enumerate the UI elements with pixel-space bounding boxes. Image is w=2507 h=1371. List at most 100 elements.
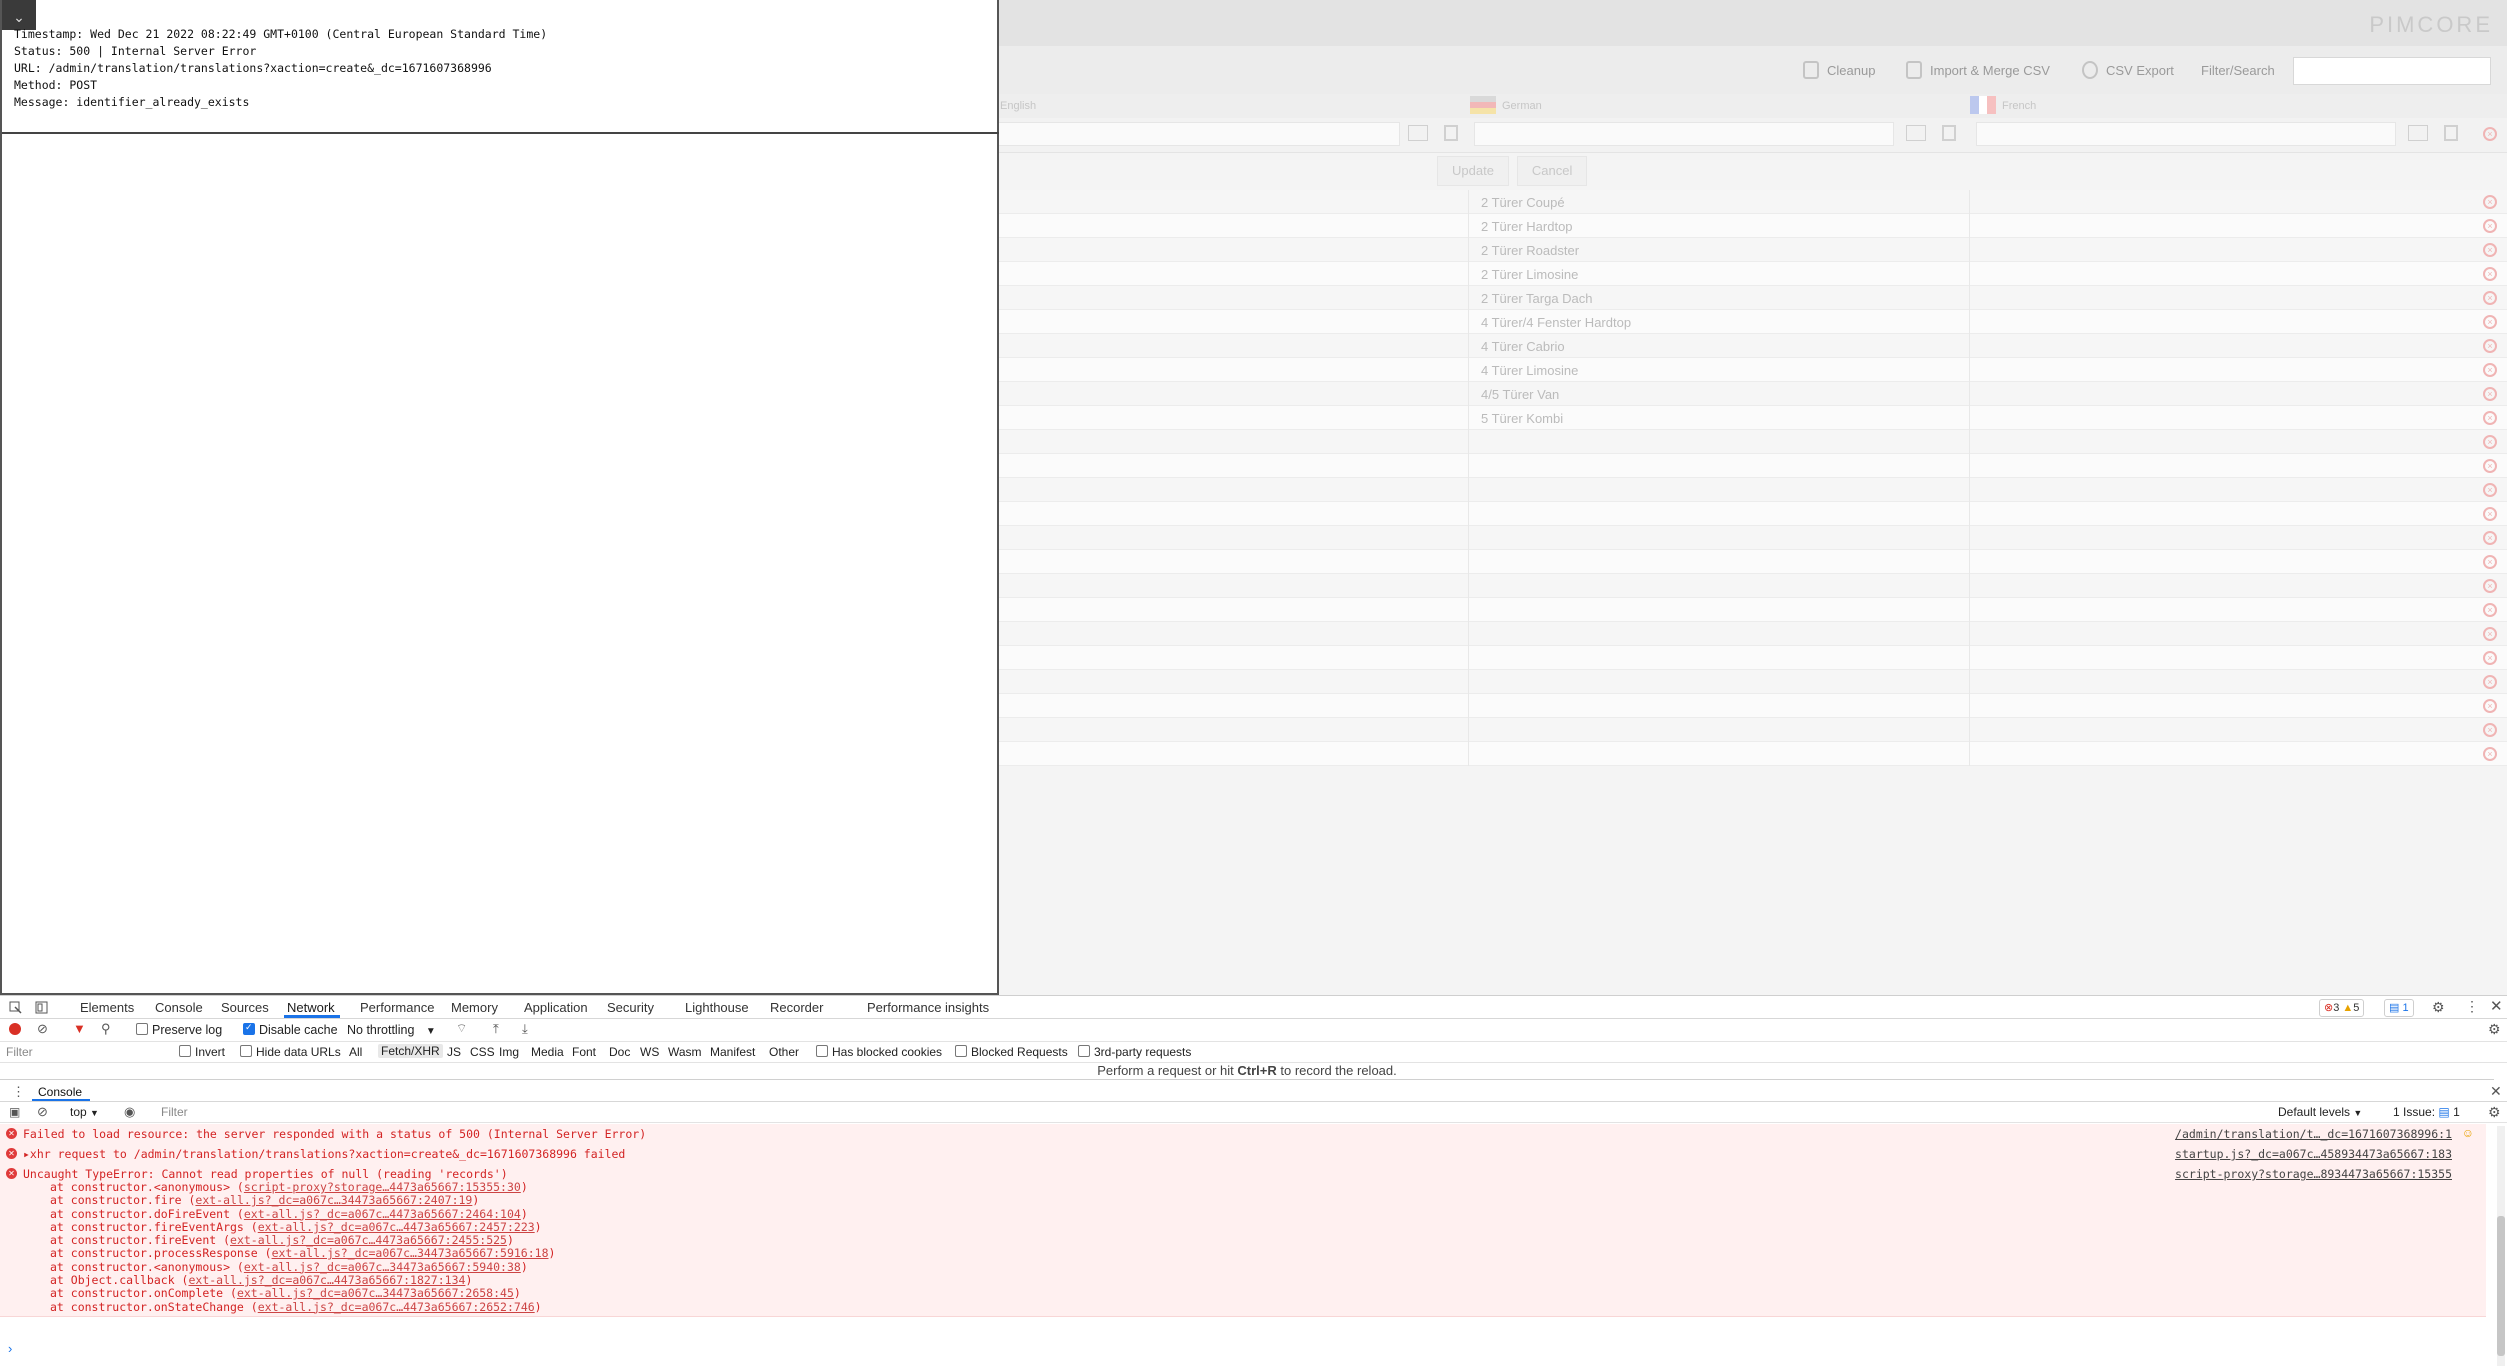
stack-frame-link[interactable]: ext-all.js?_dc=a067c…34473a65667:5940:38 (244, 1260, 521, 1274)
table-row[interactable]: × (998, 646, 2507, 670)
table-row[interactable]: 2 Türer Targa Dach × (998, 286, 2507, 310)
table-row[interactable]: × (998, 742, 2507, 766)
delete-icon[interactable]: × (2483, 747, 2497, 761)
cleanup-button[interactable]: Cleanup (1803, 59, 1875, 81)
scrollbar-thumb[interactable] (2497, 1216, 2505, 1356)
delete-icon[interactable]: × (2483, 291, 2497, 305)
delete-icon[interactable]: × (2483, 507, 2497, 521)
column-header-french[interactable]: French (2002, 100, 2036, 112)
table-row[interactable]: 2 Türer Coupé × (998, 190, 2507, 214)
drawer-menu-icon[interactable]: ⋮ (12, 1084, 25, 1100)
table-row[interactable]: × (998, 718, 2507, 742)
type-filter-other[interactable]: Other (769, 1045, 799, 1059)
table-row[interactable]: × (998, 478, 2507, 502)
delete-icon[interactable]: × (2483, 243, 2497, 257)
search-icon[interactable]: ⚲ (101, 1021, 111, 1037)
type-filter-media[interactable]: Media (531, 1045, 564, 1059)
sidebar-toggle-icon[interactable]: ▣ (9, 1105, 20, 1119)
devtools-tab-security[interactable]: Security (607, 1000, 654, 1015)
issue-counter[interactable]: ⊗3 ▲5 (2319, 999, 2365, 1017)
context-select[interactable]: top ▼ (70, 1105, 99, 1119)
export-har-icon[interactable]: ⤓ (522, 1021, 528, 1037)
french-filter-field[interactable] (1976, 122, 2396, 146)
table-row[interactable]: × (998, 454, 2507, 478)
issues-button[interactable]: 1 Issue: ▤ 1 (2393, 1105, 2460, 1119)
delete-icon[interactable]: × (2483, 315, 2497, 329)
update-button[interactable]: Update (1437, 156, 1509, 186)
devtools-tab-lighthouse[interactable]: Lighthouse (685, 1000, 749, 1015)
table-row[interactable]: 5 Türer Kombi × (998, 406, 2507, 430)
delete-icon[interactable]: × (2483, 627, 2497, 641)
devtools-tab-elements[interactable]: Elements (80, 1000, 134, 1015)
table-row[interactable]: × (998, 670, 2507, 694)
delete-icon[interactable]: × (2483, 459, 2497, 473)
third-party-checkbox[interactable]: 3rd-party requests (1078, 1045, 1191, 1059)
inspect-element-icon[interactable] (9, 1001, 22, 1014)
filter-icon[interactable] (2408, 125, 2428, 141)
delete-icon[interactable]: × (2483, 195, 2497, 209)
column-header-english[interactable]: English (1000, 100, 1036, 112)
settings-gear-icon[interactable]: ⚙ (2432, 999, 2445, 1016)
clear-icon[interactable]: ⊘ (37, 1021, 48, 1037)
table-row[interactable]: 4 Türer Cabrio × (998, 334, 2507, 358)
devtools-tab-performance[interactable]: Performance (360, 1000, 434, 1015)
clear-console-icon[interactable]: ⊘ (37, 1104, 48, 1120)
delete-icon[interactable]: × (2483, 675, 2497, 689)
message-source-link[interactable]: script-proxy?storage…8934473a65667:15355 (2175, 1167, 2452, 1181)
table-row[interactable]: 2 Türer Hardtop × (998, 214, 2507, 238)
table-row[interactable]: × (998, 550, 2507, 574)
close-drawer-icon[interactable]: ✕ (2490, 1083, 2502, 1100)
table-row[interactable]: × (998, 598, 2507, 622)
stack-frame-link[interactable]: ext-all.js?_dc=a067c…4473a65667:2457:223 (258, 1220, 535, 1234)
preserve-log-checkbox[interactable]: Preserve log (136, 1023, 222, 1037)
import-har-icon[interactable]: ⤒ (493, 1021, 499, 1037)
delete-icon[interactable]: × (2483, 363, 2497, 377)
blocked-cookies-checkbox[interactable]: Has blocked cookies (816, 1045, 942, 1059)
clipboard-icon[interactable] (1444, 125, 1458, 141)
stack-frame-link[interactable]: ext-all.js?_dc=a067c…34473a65667:5916:18 (272, 1246, 549, 1260)
type-filter-font[interactable]: Font (572, 1045, 596, 1059)
table-row[interactable]: × (998, 526, 2507, 550)
delete-icon[interactable]: × (2483, 219, 2497, 233)
cancel-button[interactable]: Cancel (1516, 156, 1588, 186)
console-filter-input[interactable]: Filter (161, 1105, 1261, 1119)
invert-checkbox[interactable]: Invert (179, 1045, 225, 1059)
message-source-link[interactable]: /admin/translation/t…_dc=1671607368996:1 (2175, 1127, 2452, 1141)
stack-frame-link[interactable]: ext-all.js?_dc=a067c…34473a65667:2658:45 (237, 1286, 514, 1300)
table-row[interactable]: 4 Türer/4 Fenster Hardtop × (998, 310, 2507, 334)
devtools-tab-network[interactable]: Network (287, 1000, 335, 1015)
devtools-tab-sources[interactable]: Sources (221, 1000, 269, 1015)
delete-icon[interactable]: × (2483, 603, 2497, 617)
type-filter-wasm[interactable]: Wasm (668, 1045, 702, 1059)
filter-funnel-icon[interactable]: ▼ (73, 1021, 86, 1036)
stack-frame-link[interactable]: ext-all.js?_dc=a067c…34473a65667:2407:19 (195, 1193, 472, 1207)
console-error-message[interactable]: ✕ ▸xhr request to /admin/translation/tra… (0, 1144, 2486, 1165)
live-expression-eye-icon[interactable]: ◉ (124, 1104, 135, 1120)
table-row[interactable]: 2 Türer Limosine × (998, 262, 2507, 286)
hide-data-urls-checkbox[interactable]: Hide data URLs (240, 1045, 341, 1059)
delete-icon[interactable]: × (2483, 435, 2497, 449)
disable-cache-checkbox[interactable]: Disable cache (243, 1022, 338, 1037)
filter-icon[interactable] (1906, 125, 1926, 141)
filter-icon[interactable] (1408, 125, 1428, 141)
delete-icon[interactable]: × (2483, 531, 2497, 545)
table-row[interactable]: × (998, 622, 2507, 646)
table-row[interactable]: × (998, 430, 2507, 454)
type-filter-all[interactable]: All (349, 1045, 362, 1059)
devtools-tab-performance-insights[interactable]: Performance insights (867, 1000, 989, 1015)
message-source-link[interactable]: startup.js?_dc=a067c…458934473a65667:183 (2175, 1147, 2452, 1161)
drawer-tab-console[interactable]: Console (38, 1085, 82, 1099)
table-row[interactable]: × (998, 694, 2507, 718)
delete-icon[interactable]: × (2483, 411, 2497, 425)
more-options-icon[interactable]: ⋮ (2465, 998, 2479, 1015)
table-row[interactable]: × (998, 502, 2507, 526)
stack-frame-link[interactable]: script-proxy?storage…4473a65667:15355:30 (244, 1180, 521, 1194)
clipboard-icon[interactable] (2444, 125, 2458, 141)
type-filter-ws[interactable]: WS (640, 1045, 659, 1059)
table-row[interactable]: 4 Türer Limosine × (998, 358, 2507, 382)
network-conditions-icon[interactable]: ⌔ (456, 1021, 467, 1036)
console-prompt[interactable]: › (0, 1341, 2488, 1357)
log-levels-select[interactable]: Default levels ▼ (2278, 1105, 2362, 1119)
devtools-tab-console[interactable]: Console (155, 1000, 203, 1015)
devtools-tab-recorder[interactable]: Recorder (770, 1000, 823, 1015)
